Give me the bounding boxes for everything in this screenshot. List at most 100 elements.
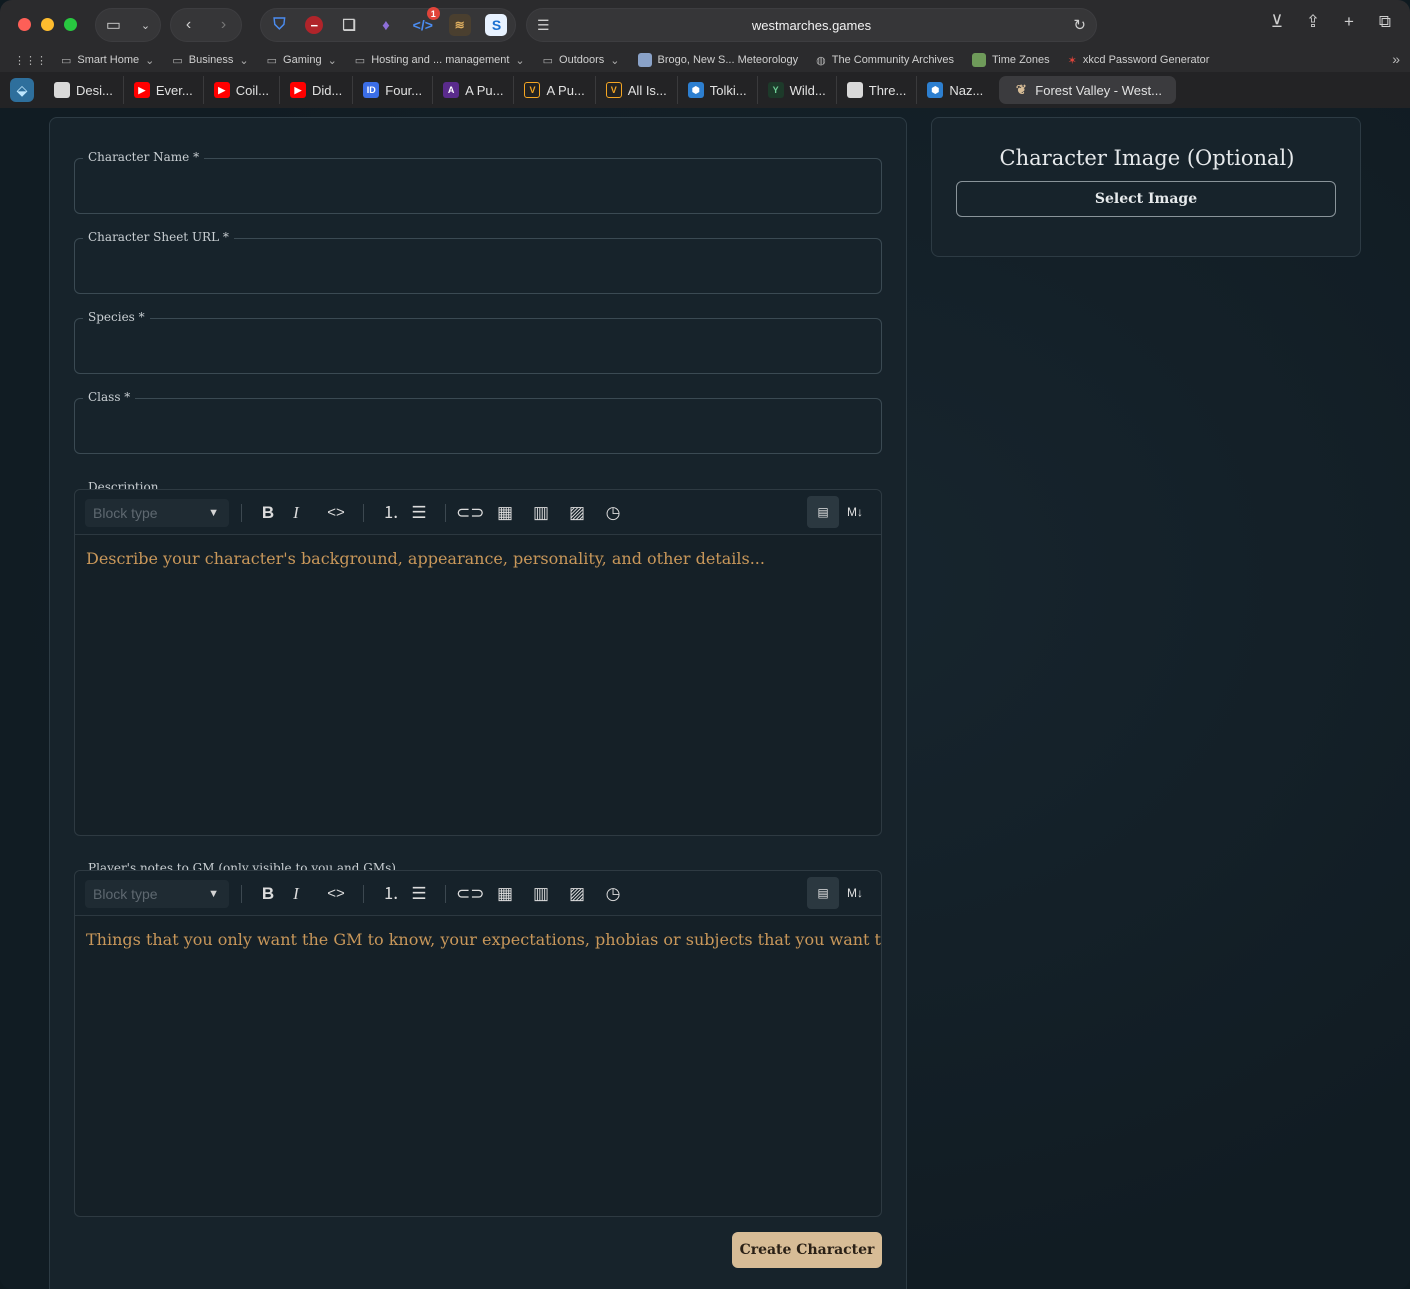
browser-tab[interactable]: V All Is... (596, 76, 678, 104)
link-icon[interactable]: ⊂⊃ (456, 882, 485, 906)
columns-icon[interactable]: ▥ (529, 501, 553, 525)
character-sheet-url-field[interactable]: Character Sheet URL * (74, 230, 882, 294)
rich-text-mode-icon[interactable]: ▤ (807, 496, 839, 528)
browser-tab[interactable]: ▶ Ever... (124, 76, 204, 104)
columns-icon[interactable]: ▥ (529, 882, 553, 906)
description-input[interactable]: Describe your character's background, ap… (75, 535, 881, 582)
bookmark-folder[interactable]: ▭ Outdoors ⌄ (543, 54, 620, 67)
youtube-icon: ▶ (213, 82, 230, 98)
caret-down-icon: ▼ (208, 888, 219, 900)
weather-map-icon (637, 53, 652, 67)
character-name-field[interactable]: Character Name * (74, 150, 882, 214)
shield-extension-icon[interactable]: ⛉ (268, 14, 290, 36)
browser-tab[interactable]: Y Wild... (758, 76, 837, 104)
code-icon[interactable]: <> (324, 501, 348, 525)
bookmark-folder[interactable]: ▭ Smart Home ⌄ (61, 54, 154, 67)
editor-toolbar: Block type ▼ B I <> ⒈ ☰ ⊂⊃ ▦ ▥ ▨ ◷ ▤ M↓ (75, 871, 881, 916)
clock-icon[interactable]: ◷ (601, 882, 625, 906)
address-bar[interactable]: ☰ westmarches.games ↻ (526, 8, 1097, 42)
insert-image-icon[interactable]: ▨ (565, 501, 589, 525)
chat-extension-icon[interactable]: ❏ (338, 14, 360, 36)
numbered-list-icon[interactable]: ⒈ (379, 882, 403, 906)
bold-icon[interactable]: B (256, 882, 280, 906)
layers-extension-icon[interactable]: ≋ (448, 14, 471, 36)
browser-tab[interactable]: Desi... (44, 76, 124, 104)
browser-tab[interactable]: ⬢ Naz... (917, 76, 993, 104)
notes-input[interactable]: Things that you only want the GM to know… (75, 916, 881, 963)
folder-icon: ▭ (61, 54, 72, 67)
favicon-icon: A (443, 82, 460, 98)
bookmark-link[interactable]: Brogo, New S... Meteorology (637, 53, 798, 67)
back-icon[interactable]: ‹ (186, 16, 191, 34)
browser-toolbar: ▭ ⌄ ‹ › ⛉ − ❏ ♦ </> 1 ≋ S ☰ westmarches.g… (0, 0, 1410, 48)
extensions-group: ⛉ − ❏ ♦ </> 1 ≋ S (260, 7, 516, 42)
bold-icon[interactable]: B (256, 501, 280, 525)
bookmark-folder[interactable]: ▭ Business ⌄ (172, 54, 248, 67)
browser-tab[interactable]: VA Pu... (514, 76, 596, 104)
browser-tab[interactable]: ID Four... (353, 76, 434, 104)
table-icon[interactable]: ▦ (493, 501, 517, 525)
bookmark-link[interactable]: ◍ The Community Archives (816, 54, 954, 67)
block-type-select[interactable]: Block type ▼ (85, 499, 229, 527)
bullet-list-icon[interactable]: ☰ (407, 882, 431, 906)
browser-tab[interactable]: ▶ Coil... (204, 76, 280, 104)
clock-icon[interactable]: ◷ (601, 501, 625, 525)
browser-tab[interactable]: ▶ Did... (280, 76, 354, 104)
italic-icon[interactable]: I (284, 501, 308, 525)
browser-tab[interactable]: Thre... (837, 76, 918, 104)
share-icon[interactable]: ⇪ (1302, 12, 1324, 32)
navigation-group: ‹ › (170, 8, 242, 42)
pinned-tab-icon[interactable]: ⬙ (10, 78, 34, 102)
bookmark-folder[interactable]: ▭ Gaming ⌄ (267, 54, 337, 67)
favicon-icon: V (524, 82, 541, 98)
gem-extension-icon[interactable]: ♦ (375, 14, 397, 36)
minimize-window-button[interactable] (41, 18, 54, 31)
caret-down-icon: ▼ (208, 507, 219, 519)
character-image-card: Character Image (Optional) Select Image (931, 117, 1361, 257)
sidebar-icon[interactable]: ▭ (106, 15, 121, 35)
bookmark-link[interactable]: Time Zones (972, 53, 1050, 67)
toolbar-divider (241, 885, 242, 903)
class-field[interactable]: Class * (74, 390, 882, 454)
stop-extension-icon[interactable]: − (305, 16, 324, 34)
link-icon[interactable]: ⊂⊃ (456, 501, 485, 525)
youtube-icon: ▶ (289, 82, 306, 98)
chevron-down-icon[interactable]: ⌄ (141, 19, 150, 32)
tab-overview-icon[interactable]: ⧉ (1374, 12, 1396, 32)
select-image-button[interactable]: Select Image (956, 181, 1336, 217)
browser-tab[interactable]: ⬢ Tolki... (678, 76, 758, 104)
markdown-mode-icon[interactable]: M↓ (839, 496, 871, 528)
active-tab[interactable]: ❦ Forest Valley - West... (999, 76, 1176, 104)
downloads-icon[interactable]: ⊻ (1266, 12, 1288, 32)
insert-image-icon[interactable]: ▨ (565, 882, 589, 906)
markdown-mode-icon[interactable]: M↓ (839, 877, 871, 909)
new-tab-icon[interactable]: + (1338, 12, 1360, 32)
zoom-window-button[interactable] (64, 18, 77, 31)
block-type-select[interactable]: Block type ▼ (85, 880, 229, 908)
bookmark-folder[interactable]: ▭ Hosting and ... management ⌄ (355, 54, 525, 67)
bullet-list-icon[interactable]: ☰ (407, 501, 431, 525)
tab-bar: ⬙ Desi... ▶ Ever... ▶ Coil... ▶ Did... ID Fo… (0, 72, 1410, 108)
s-extension-icon[interactable]: S (485, 14, 508, 36)
create-character-button[interactable]: Create Character (732, 1232, 882, 1268)
folder-icon: ▭ (266, 54, 278, 67)
sidebar-toggle-group: ▭ ⌄ (95, 8, 161, 42)
apps-grid-icon[interactable]: ⋮⋮⋮ (14, 54, 47, 67)
page-menu-icon[interactable]: ☰ (537, 17, 550, 34)
more-bookmarks-icon[interactable]: » (1392, 51, 1400, 67)
close-window-button[interactable] (18, 18, 31, 31)
species-label: Species * (83, 310, 150, 324)
description-editor: Block type ▼ B I <> ⒈ ☰ ⊂⊃ ▦ ▥ ▨ ◷ ▤ M↓ … (74, 489, 882, 836)
code-icon[interactable]: <> (324, 882, 348, 906)
toolbar-divider (241, 504, 242, 522)
bookmark-link[interactable]: ✶ xkcd Password Generator (1068, 54, 1210, 67)
italic-icon[interactable]: I (284, 882, 308, 906)
forward-icon[interactable]: › (221, 16, 226, 34)
rich-text-mode-icon[interactable]: ▤ (807, 877, 839, 909)
reload-icon[interactable]: ↻ (1073, 16, 1086, 34)
browser-tab[interactable]: AA Pu... (433, 76, 515, 104)
species-field[interactable]: Species * (74, 310, 882, 374)
numbered-list-icon[interactable]: ⒈ (379, 501, 403, 525)
code-extension-icon[interactable]: </> 1 (412, 7, 440, 36)
table-icon[interactable]: ▦ (493, 882, 517, 906)
